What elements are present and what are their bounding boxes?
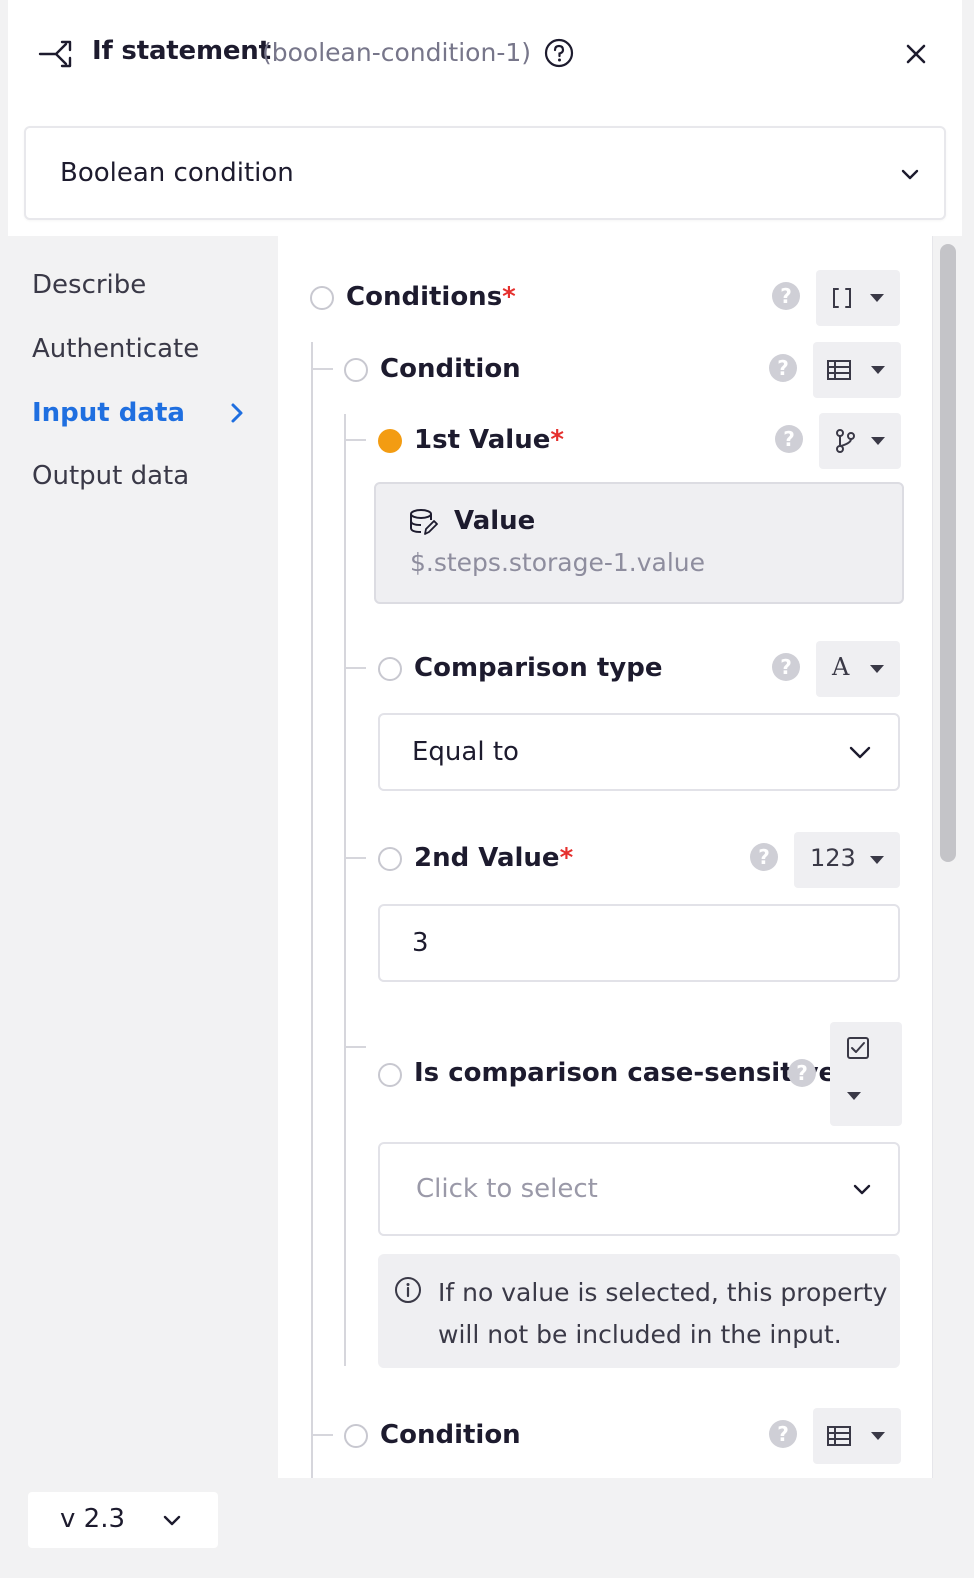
- panel-title: If statement: [92, 36, 271, 66]
- tree-branch: [344, 439, 366, 441]
- info-notice: If no value is selected, this property w…: [378, 1254, 900, 1368]
- sidebar-item-describe[interactable]: Describe: [32, 270, 146, 300]
- mapped-value-box[interactable]: Value $.steps.storage-1.value: [374, 482, 904, 604]
- close-icon[interactable]: [902, 40, 930, 68]
- conditions-radio[interactable]: [310, 286, 334, 310]
- second-value-input[interactable]: 3: [378, 904, 900, 982]
- version-label: v 2.3: [60, 1504, 125, 1534]
- number-type-label: 123: [810, 844, 856, 872]
- panel-step-id: (boolean-condition-1): [262, 38, 531, 67]
- case-sensitive-type-button[interactable]: [830, 1022, 902, 1126]
- info-icon: [395, 1277, 421, 1303]
- condition-label: Condition: [380, 354, 521, 384]
- second-value-text: 3: [412, 928, 429, 958]
- info-text: If no value is selected, this property w…: [438, 1278, 888, 1349]
- version-select[interactable]: v 2.3: [28, 1492, 218, 1548]
- tree-line: [344, 414, 346, 1366]
- help-icon[interactable]: ?: [772, 282, 800, 310]
- comparison-type-radio[interactable]: [378, 657, 402, 681]
- case-sensitive-label: Is comparison case-sensitive?: [414, 1058, 852, 1088]
- table-icon: [827, 1426, 851, 1446]
- case-sensitive-radio[interactable]: [378, 1063, 402, 1087]
- help-circle-icon[interactable]: [544, 38, 574, 68]
- caret-down-icon: [870, 856, 884, 864]
- condition-2-label: Condition: [380, 1420, 521, 1450]
- first-value-mapped-dot[interactable]: [378, 429, 402, 453]
- conditions-type-button[interactable]: [816, 270, 900, 326]
- operation-select[interactable]: Boolean condition: [24, 126, 946, 220]
- chevron-down-icon: [163, 1515, 181, 1526]
- conditions-label: Conditions*: [346, 282, 516, 312]
- second-value-label: 2nd Value*: [414, 843, 574, 873]
- tree-branch: [311, 1434, 333, 1436]
- case-sensitive-select[interactable]: Click to select: [378, 1142, 900, 1236]
- caret-down-icon: [847, 1092, 861, 1100]
- tree-branch: [311, 368, 333, 370]
- comparison-type-select[interactable]: Equal to: [378, 713, 900, 791]
- tree-line: [311, 342, 313, 1478]
- second-value-type-button[interactable]: 123: [794, 832, 900, 888]
- sidebar-item-input-data[interactable]: Input data: [32, 398, 185, 428]
- sidebar-item-output-data[interactable]: Output data: [32, 461, 189, 491]
- operation-select-value: Boolean condition: [60, 158, 294, 188]
- caret-down-icon: [871, 1432, 885, 1440]
- caret-down-icon: [870, 294, 884, 302]
- checkbox-icon: [847, 1037, 869, 1059]
- sidebar-item-authenticate[interactable]: Authenticate: [32, 334, 199, 364]
- database-edit-icon: [410, 509, 438, 535]
- help-icon[interactable]: ?: [750, 843, 778, 871]
- second-value-radio[interactable]: [378, 847, 402, 871]
- help-icon[interactable]: ?: [775, 425, 803, 453]
- first-value-type-button[interactable]: [819, 413, 901, 469]
- if-branch-icon: [38, 40, 72, 68]
- scrollbar-thumb[interactable]: [940, 244, 956, 862]
- help-icon[interactable]: ?: [772, 653, 800, 681]
- comparison-type-type-button[interactable]: A: [816, 641, 900, 697]
- help-icon[interactable]: ?: [769, 354, 797, 382]
- mapped-value-path: $.steps.storage-1.value: [410, 548, 706, 577]
- first-value-label: 1st Value*: [414, 425, 564, 455]
- condition-2-radio[interactable]: [344, 1424, 368, 1448]
- array-brackets-icon: [833, 288, 851, 308]
- branch-icon: [836, 429, 855, 453]
- tree-branch: [344, 667, 366, 669]
- chevron-right-icon: [231, 403, 243, 423]
- condition-type-button[interactable]: [813, 342, 901, 398]
- caret-down-icon: [871, 366, 885, 374]
- table-icon: [827, 360, 851, 380]
- chevron-down-icon: [853, 1184, 871, 1195]
- help-icon[interactable]: ?: [788, 1059, 816, 1087]
- chevron-down-icon: [901, 169, 919, 180]
- caret-down-icon: [871, 437, 885, 445]
- tree-branch: [344, 1046, 366, 1048]
- mapped-value-title: Value: [454, 506, 536, 536]
- help-icon[interactable]: ?: [769, 1420, 797, 1448]
- comparison-type-value: Equal to: [412, 737, 519, 767]
- caret-down-icon: [870, 665, 884, 673]
- case-sensitive-placeholder: Click to select: [416, 1174, 598, 1204]
- tree-branch: [344, 857, 366, 859]
- text-type-label: A: [832, 653, 850, 681]
- condition-2-type-button[interactable]: [813, 1408, 901, 1464]
- condition-radio[interactable]: [344, 358, 368, 382]
- chevron-down-icon: [849, 746, 871, 759]
- comparison-type-label: Comparison type: [414, 653, 663, 683]
